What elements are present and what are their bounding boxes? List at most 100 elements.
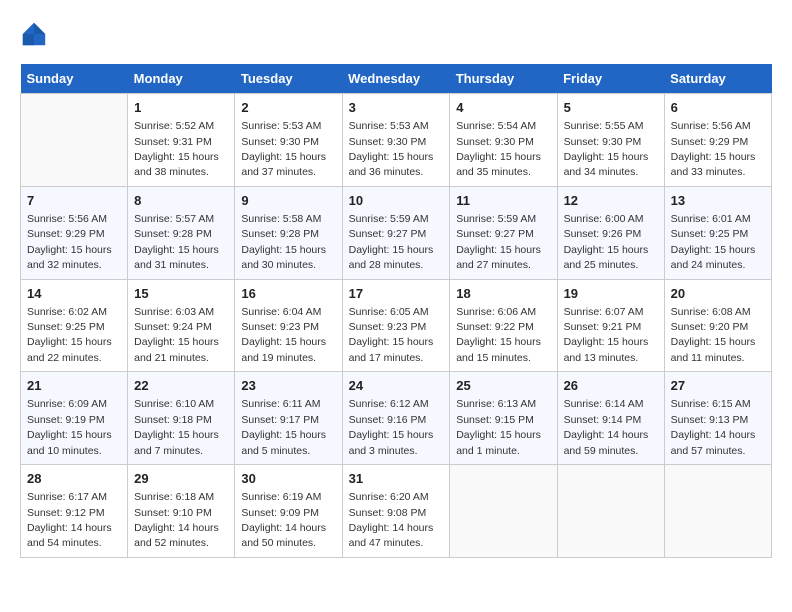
calendar-cell: 18Sunrise: 6:06 AMSunset: 9:22 PMDayligh… [450, 279, 557, 372]
logo [20, 20, 48, 48]
cell-content-line: Sunrise: 6:00 AM [564, 213, 644, 225]
cell-content-line: and 34 minutes. [564, 166, 639, 178]
cell-content-line: Sunrise: 6:11 AM [241, 398, 320, 410]
cell-content-line: Daylight: 15 hours [671, 336, 756, 348]
cell-content-line: and 17 minutes. [349, 352, 424, 364]
day-number: 23 [241, 377, 335, 395]
calendar-cell: 14Sunrise: 6:02 AMSunset: 9:25 PMDayligh… [21, 279, 128, 372]
cell-content-line: and 35 minutes. [456, 166, 531, 178]
cell-content-line: and 59 minutes. [564, 445, 639, 457]
cell-content-line: Sunset: 9:23 PM [349, 321, 427, 333]
day-number: 6 [671, 99, 765, 117]
cell-content-line: Sunset: 9:30 PM [456, 136, 534, 148]
calendar-cell: 16Sunrise: 6:04 AMSunset: 9:23 PMDayligh… [235, 279, 342, 372]
calendar-cell: 21 Sunrise: 6:09 AM Sunset: 9:19 PM Dayligh… [21, 372, 128, 465]
cell-content-line: Sunrise: 6:12 AM [349, 398, 429, 410]
cell-content-line: and 13 minutes. [564, 352, 639, 364]
calendar-cell: 28Sunrise: 6:17 AMSunset: 9:12 PMDayligh… [21, 465, 128, 558]
cell-content-line: Sunset: 9:09 PM [241, 507, 319, 519]
cell-content-line: Sunrise: 6:08 AM [671, 306, 751, 318]
cell-content-line: Daylight: 15 hours [349, 336, 434, 348]
cell-content-line: Sunrise: 5:55 AM [564, 120, 644, 132]
day-number: 11 [456, 192, 550, 210]
cell-content-line: Sunset: 9:17 PM [241, 414, 319, 426]
calendar-cell: 13Sunrise: 6:01 AMSunset: 9:25 PMDayligh… [664, 186, 771, 279]
cell-content-line: Daylight: 14 hours [349, 522, 434, 534]
cell-content-line: Sunrise: 6:19 AM [241, 491, 321, 503]
cell-content-line: Sunrise: 6:03 AM [134, 306, 214, 318]
calendar-cell: 11Sunrise: 5:59 AMSunset: 9:27 PMDayligh… [450, 186, 557, 279]
cell-content-line: Sunset: 9:13 PM [671, 414, 749, 426]
day-number: 7 [27, 192, 121, 210]
cell-content-line: Sunset: 9:20 PM [671, 321, 749, 333]
cell-content-line: Sunset: 9:30 PM [564, 136, 642, 148]
cell-content-line: Sunset: 9:21 PM [564, 321, 642, 333]
day-number: 16 [241, 285, 335, 303]
cell-content-line: Daylight: 15 hours [241, 336, 326, 348]
cell-content-line: Daylight: 15 hours [27, 429, 112, 441]
cell-content-line: Sunset: 9:14 PM [564, 414, 642, 426]
cell-content-line: and 10 minutes. [27, 445, 102, 457]
cell-content-line: and 32 minutes. [27, 259, 102, 271]
day-number: 5 [564, 99, 658, 117]
cell-content-line: Daylight: 15 hours [456, 429, 541, 441]
day-number: 18 [456, 285, 550, 303]
calendar-cell: 20Sunrise: 6:08 AMSunset: 9:20 PMDayligh… [664, 279, 771, 372]
calendar-cell: 2Sunrise: 5:53 AMSunset: 9:30 PMDaylight… [235, 94, 342, 187]
page-header [20, 20, 772, 48]
cell-content-line: Sunset: 9:12 PM [27, 507, 105, 519]
day-header-wednesday: Wednesday [342, 64, 450, 94]
cell-content-line: Daylight: 15 hours [134, 429, 219, 441]
cell-content-line: Daylight: 15 hours [564, 336, 649, 348]
cell-content-line: Sunset: 9:18 PM [134, 414, 212, 426]
calendar-cell: 27Sunrise: 6:15 AMSunset: 9:13 PMDayligh… [664, 372, 771, 465]
day-header-friday: Friday [557, 64, 664, 94]
day-number: 15 [134, 285, 228, 303]
day-number: 30 [241, 470, 335, 488]
calendar-cell: 17Sunrise: 6:05 AMSunset: 9:23 PMDayligh… [342, 279, 450, 372]
cell-content-line: Daylight: 15 hours [27, 244, 112, 256]
calendar-cell: 12Sunrise: 6:00 AMSunset: 9:26 PMDayligh… [557, 186, 664, 279]
day-number: 8 [134, 192, 228, 210]
calendar-cell: 8Sunrise: 5:57 AMSunset: 9:28 PMDaylight… [128, 186, 235, 279]
calendar-cell [557, 465, 664, 558]
cell-content-line: and 28 minutes. [349, 259, 424, 271]
calendar-week-1: 1Sunrise: 5:52 AMSunset: 9:31 PMDaylight… [21, 94, 772, 187]
cell-content-line: Sunrise: 6:10 AM [134, 398, 214, 410]
day-number: 3 [349, 99, 444, 117]
cell-content-line: and 33 minutes. [671, 166, 746, 178]
cell-content-line: Daylight: 14 hours [564, 429, 649, 441]
cell-content-line: Daylight: 15 hours [671, 244, 756, 256]
cell-content-line: Sunset: 9:19 PM [27, 414, 105, 426]
logo-icon [20, 20, 48, 48]
cell-content-line: and 21 minutes. [134, 352, 209, 364]
cell-content-line: and 27 minutes. [456, 259, 531, 271]
cell-content-line: Sunset: 9:10 PM [134, 507, 212, 519]
day-header-monday: Monday [128, 64, 235, 94]
calendar-cell: 19Sunrise: 6:07 AMSunset: 9:21 PMDayligh… [557, 279, 664, 372]
cell-content-line: and 36 minutes. [349, 166, 424, 178]
calendar-cell: 9Sunrise: 5:58 AMSunset: 9:28 PMDaylight… [235, 186, 342, 279]
cell-content-line: Sunrise: 6:09 AM [27, 398, 107, 410]
calendar-cell [21, 94, 128, 187]
cell-content-line: Sunset: 9:25 PM [671, 228, 749, 240]
cell-content-line: Sunrise: 6:07 AM [564, 306, 644, 318]
calendar-cell: 22Sunrise: 6:10 AMSunset: 9:18 PMDayligh… [128, 372, 235, 465]
cell-content-line: Sunrise: 6:01 AM [671, 213, 751, 225]
calendar-week-5: 28Sunrise: 6:17 AMSunset: 9:12 PMDayligh… [21, 465, 772, 558]
calendar-cell: 31Sunrise: 6:20 AMSunset: 9:08 PMDayligh… [342, 465, 450, 558]
cell-content-line: Daylight: 15 hours [671, 151, 756, 163]
cell-content-line: Sunset: 9:24 PM [134, 321, 212, 333]
cell-content-line: Daylight: 15 hours [349, 244, 434, 256]
day-number: 21 [27, 377, 121, 395]
calendar-table: SundayMondayTuesdayWednesdayThursdayFrid… [20, 64, 772, 558]
cell-content-line: Sunset: 9:15 PM [456, 414, 534, 426]
cell-content-line: Daylight: 15 hours [564, 244, 649, 256]
cell-content-line: Daylight: 14 hours [27, 522, 112, 534]
cell-content-line: Sunset: 9:25 PM [27, 321, 105, 333]
cell-content-line: and 24 minutes. [671, 259, 746, 271]
calendar-header: SundayMondayTuesdayWednesdayThursdayFrid… [21, 64, 772, 94]
cell-content-line: Sunrise: 5:53 AM [241, 120, 321, 132]
cell-content-line: Sunrise: 5:56 AM [27, 213, 107, 225]
cell-content-line: Daylight: 14 hours [241, 522, 326, 534]
